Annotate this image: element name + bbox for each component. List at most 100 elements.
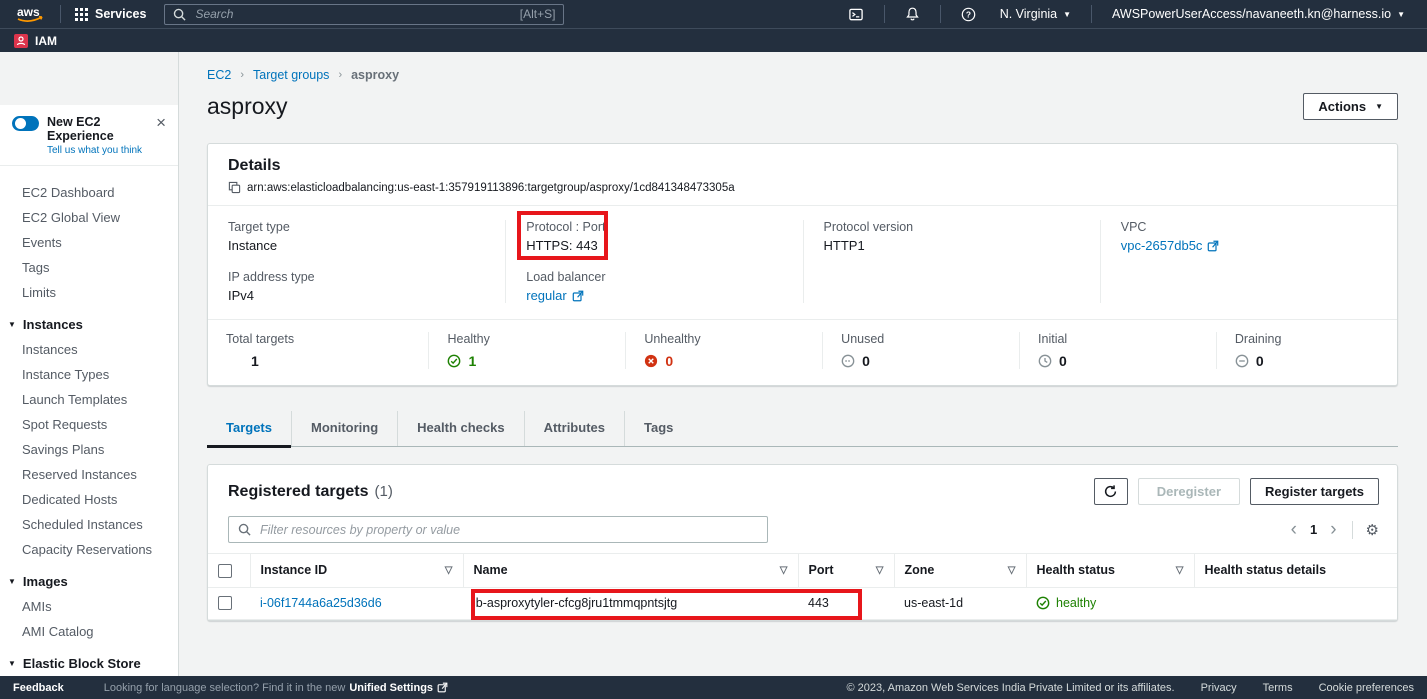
table-header-row: Instance ID▽ Name▽ Port▽ Zone▽ Health st [208,554,1397,588]
actions-button-label: Actions [1318,99,1366,114]
tab-tags[interactable]: Tags [624,411,692,446]
aws-logo-icon: aws [16,4,46,24]
unified-settings-link[interactable]: Unified Settings [349,682,448,694]
account-menu[interactable]: AWSPowerUserAccess/navaneeth.kn@harness.… [1100,7,1417,21]
tab-health-checks[interactable]: Health checks [397,411,523,446]
healthy-check-icon [447,354,461,368]
topnav-divider [1091,5,1092,23]
pagination: ‹ 1 › ⚙ [1291,521,1379,539]
column-zone: Zone▽ [894,554,1026,588]
sort-icon[interactable]: ▽ [876,565,884,576]
sidebar-item-ec2-dashboard[interactable]: EC2 Dashboard [0,180,178,205]
sidebar-section-elastic-block-store[interactable]: ▼ Elastic Block Store [0,644,178,676]
sidebar-item-ec2-global-view[interactable]: EC2 Global View [0,205,178,230]
search-input[interactable] [193,6,512,22]
sidebar-section-images[interactable]: ▼ Images [0,562,178,594]
summary-value: 0 [665,353,673,369]
services-grid-icon [75,8,88,21]
deregister-button[interactable]: Deregister [1138,478,1240,505]
field-label: Protocol : Port [526,220,782,234]
register-targets-button[interactable]: Register targets [1250,478,1379,505]
bell-icon [905,6,920,22]
topnav-divider [60,5,61,23]
select-all-checkbox[interactable] [218,564,232,578]
iam-service-tab[interactable]: IAM [14,34,57,48]
sort-icon[interactable]: ▽ [1176,565,1184,576]
field-value: HTTP1 [824,238,1080,253]
summary-label: Healthy [447,332,625,346]
breadcrumb-ec2[interactable]: EC2 [207,68,231,82]
tab-monitoring[interactable]: Monitoring [291,411,397,446]
select-all-header [208,554,250,588]
sidebar-item-ami-catalog[interactable]: AMI Catalog [0,619,178,644]
breadcrumb-target-groups[interactable]: Target groups [253,68,329,82]
column-label: Instance ID [261,563,328,577]
cloudshell-button[interactable] [836,7,876,22]
help-button[interactable]: ? [949,7,988,22]
filter-input[interactable] [258,522,758,538]
cookie-preferences-link[interactable]: Cookie preferences [1319,682,1414,694]
aws-logo[interactable]: aws [10,4,52,24]
row-checkbox[interactable] [218,596,232,610]
feedback-link[interactable]: Feedback [13,682,64,694]
field-value: HTTPS: 443 [526,238,782,253]
svg-text:?: ? [966,9,971,19]
sidebar-section-instances[interactable]: ▼ Instances [0,305,178,337]
copy-arn-button[interactable] [228,181,241,194]
table-settings-gear-icon[interactable]: ⚙ [1352,521,1379,539]
chevron-down-icon: ▼ [1375,102,1383,111]
column-label: Port [809,563,834,577]
sort-icon[interactable]: ▽ [445,565,453,576]
summary-value: 1 [251,353,259,369]
details-fields: Target type Instance IP address type IPv… [208,206,1397,319]
sidebar-item-scheduled-instances[interactable]: Scheduled Instances [0,512,178,537]
terms-link[interactable]: Terms [1263,682,1293,694]
sort-icon[interactable]: ▽ [1008,565,1016,576]
sidebar-item-dedicated-hosts[interactable]: Dedicated Hosts [0,487,178,512]
breadcrumb-separator-icon: › [240,69,244,81]
sidebar-item-instance-types[interactable]: Instance Types [0,362,178,387]
sort-icon[interactable]: ▽ [780,565,788,576]
load-balancer-link[interactable]: regular [526,288,583,303]
services-menu[interactable]: Services [69,7,152,21]
triangle-down-icon: ▼ [8,577,16,586]
unified-settings-label: Unified Settings [349,682,433,694]
previous-page-icon[interactable]: ‹ [1291,523,1297,537]
actions-button[interactable]: Actions ▼ [1303,93,1398,120]
region-selector[interactable]: N. Virginia ▼ [988,7,1083,21]
instance-id-link[interactable]: i-06f1744a6a25d36d6 [260,596,382,610]
sidebar-item-launch-templates[interactable]: Launch Templates [0,387,178,412]
global-search[interactable]: [Alt+S] [164,4,564,25]
tab-targets[interactable]: Targets [207,411,291,446]
tab-attributes[interactable]: Attributes [524,411,624,446]
page-number[interactable]: 1 [1310,522,1317,537]
notifications-button[interactable] [893,6,932,22]
sidebar-item-amis[interactable]: AMIs [0,594,178,619]
column-health-status: Health status▽ [1026,554,1194,588]
refresh-icon [1103,484,1118,499]
search-shortcut: [Alt+S] [520,7,556,21]
instance-id-cell: i-06f1744a6a25d36d6 [250,587,463,620]
privacy-link[interactable]: Privacy [1201,682,1237,694]
next-page-icon[interactable]: › [1330,523,1336,537]
refresh-button[interactable] [1094,478,1128,505]
vpc-link[interactable]: vpc-2657db5c [1121,238,1220,253]
sidebar-item-spot-requests[interactable]: Spot Requests [0,412,178,437]
breadcrumb: EC2 › Target groups › asproxy [207,68,1398,82]
summary-draining: Draining 0 [1216,332,1397,369]
field-target-type: Target type Instance [228,220,485,253]
sidebar-item-instances[interactable]: Instances [0,337,178,362]
sidebar-item-tags[interactable]: Tags [0,255,178,280]
new-experience-feedback-link[interactable]: Tell us what you think [47,145,168,156]
targets-table: Instance ID▽ Name▽ Port▽ Zone▽ Health st [208,553,1397,620]
sidebar-item-limits[interactable]: Limits [0,280,178,305]
sidebar-item-savings-plans[interactable]: Savings Plans [0,437,178,462]
new-experience-toggle[interactable] [12,116,39,131]
sidebar-item-capacity-reservations[interactable]: Capacity Reservations [0,537,178,562]
field-label: Load balancer [526,270,782,284]
sidebar-item-events[interactable]: Events [0,230,178,255]
close-icon[interactable]: × [156,117,166,129]
summary-label: Draining [1235,332,1397,346]
sidebar-item-reserved-instances[interactable]: Reserved Instances [0,462,178,487]
summary-healthy: Healthy 1 [428,332,625,369]
